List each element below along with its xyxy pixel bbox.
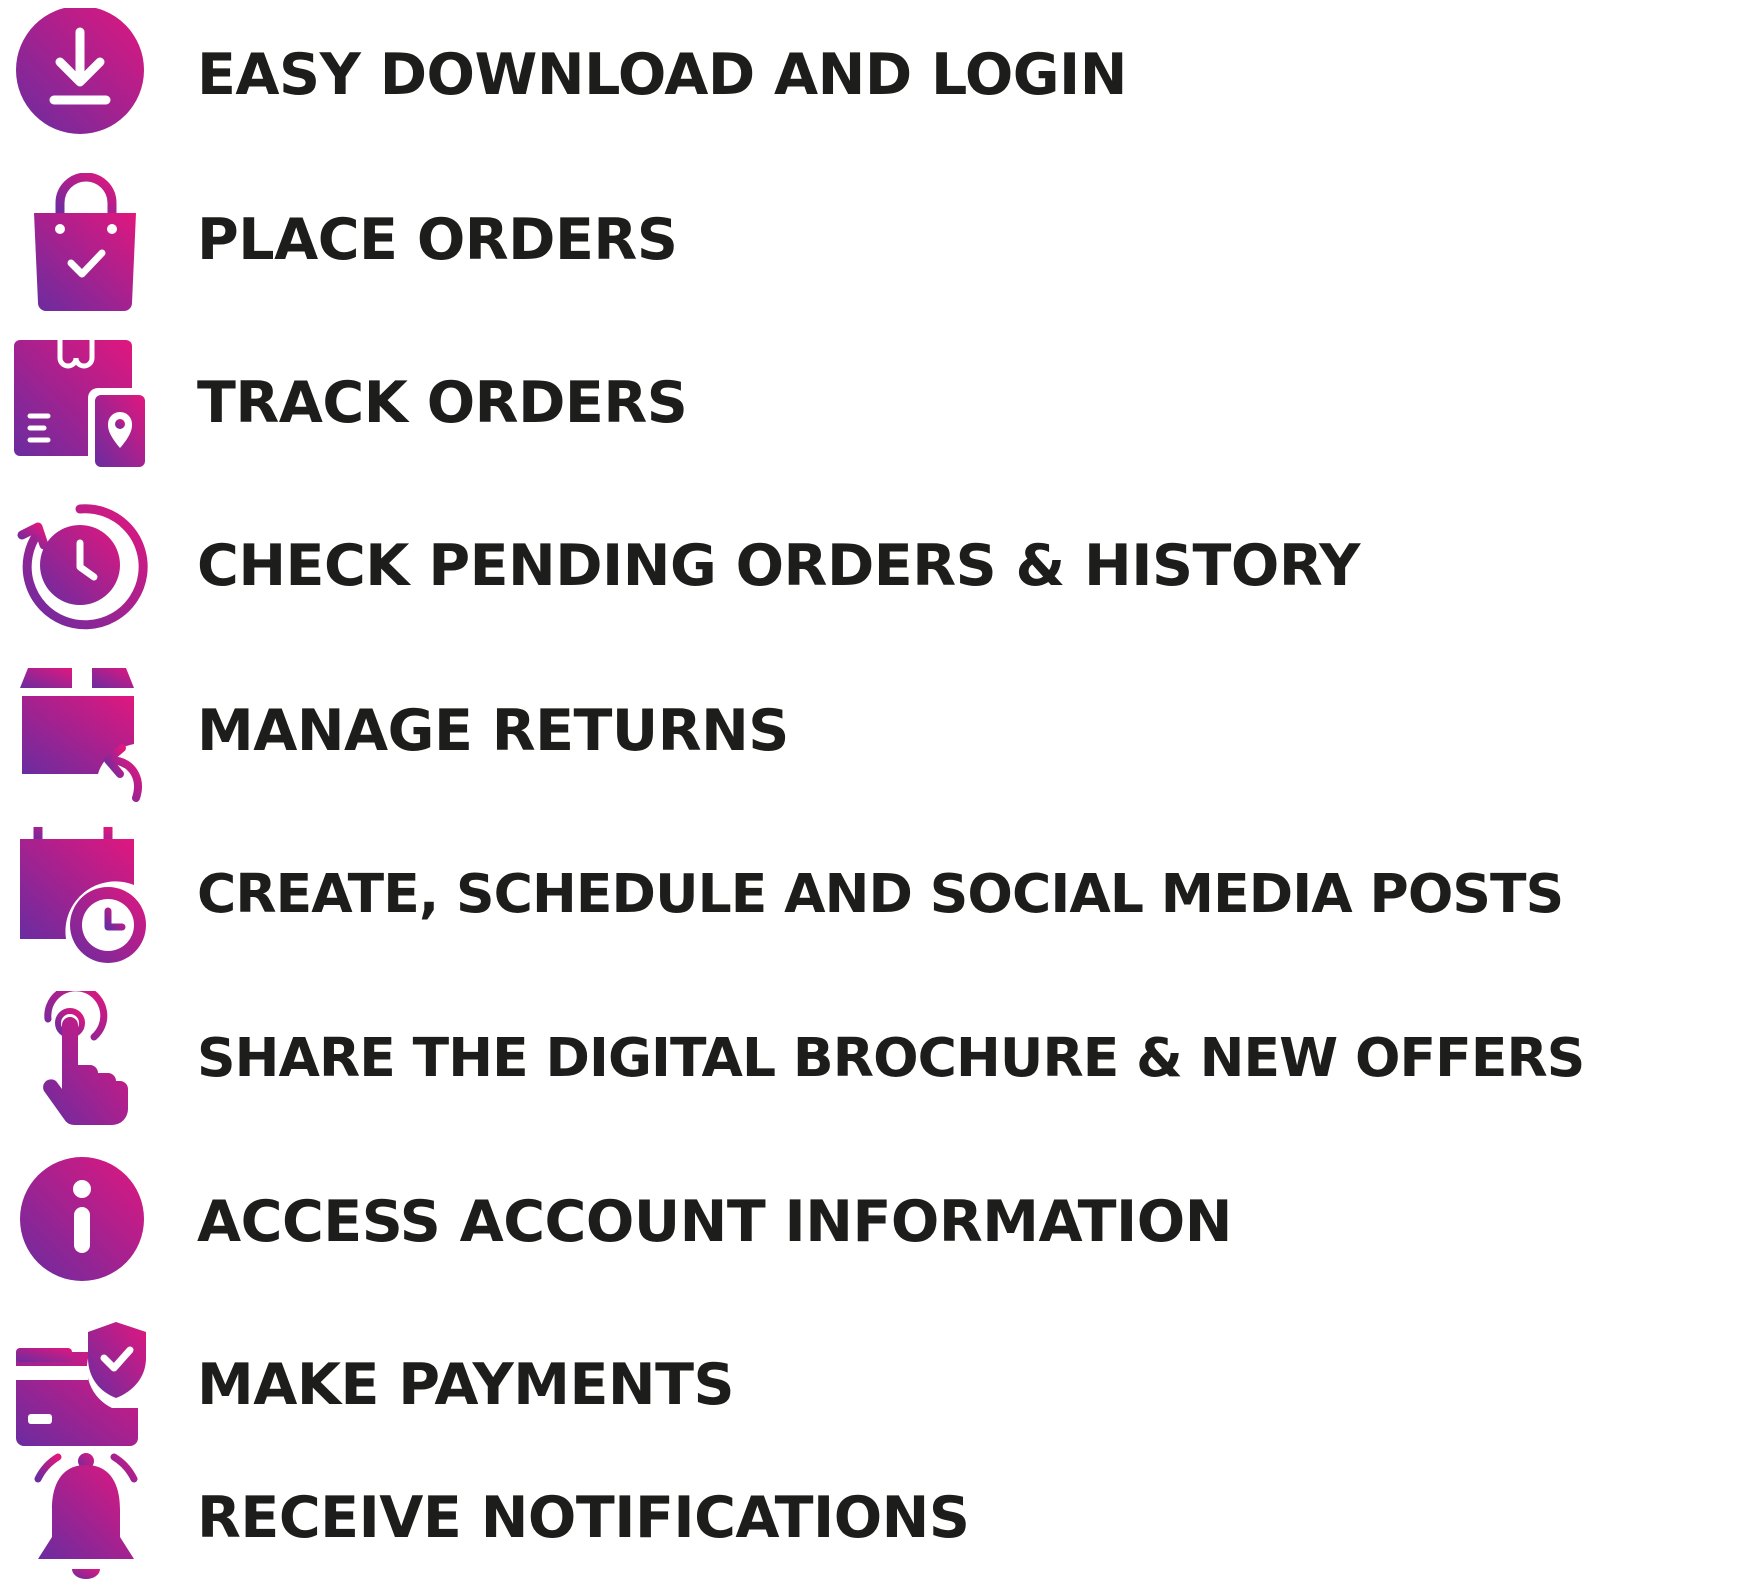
- feature-item-account-info: ACCESS ACCOUNT INFORMATION: [0, 1147, 1763, 1297]
- feature-list: EASY DOWNLOAD AND LOGIN PLACE ORDERS TRA…: [0, 0, 1763, 1593]
- feature-item-notifications: RECEIVE NOTIFICATIONS: [0, 1443, 1763, 1593]
- feature-item-manage-returns: MANAGE RETURNS: [0, 656, 1763, 806]
- feature-label: RECEIVE NOTIFICATIONS: [197, 1485, 970, 1551]
- feature-item-download-login: EASY DOWNLOAD AND LOGIN: [0, 0, 1763, 150]
- download-icon: [8, 8, 158, 148]
- feature-item-track-orders: TRACK ORDERS: [0, 328, 1763, 478]
- info-icon: [8, 1155, 158, 1295]
- feature-label: ACCESS ACCOUNT INFORMATION: [197, 1189, 1232, 1255]
- feature-label: TRACK ORDERS: [197, 370, 688, 436]
- calendar-clock-icon: [8, 827, 158, 967]
- clock-history-icon: [8, 499, 158, 639]
- feature-item-pending-history: CHECK PENDING ORDERS & HISTORY: [0, 491, 1763, 641]
- feature-label: CREATE, SCHEDULE AND SOCIAL MEDIA POSTS: [197, 862, 1564, 925]
- feature-item-share-brochure: SHARE THE DIGITAL BROCHURE & NEW OFFERS: [0, 983, 1763, 1133]
- feature-item-social-posts: CREATE, SCHEDULE AND SOCIAL MEDIA POSTS: [0, 819, 1763, 969]
- shopping-bag-check-icon: [8, 173, 158, 313]
- feature-item-place-orders: PLACE ORDERS: [0, 165, 1763, 315]
- feature-label: PLACE ORDERS: [197, 207, 678, 273]
- package-tracking-icon: [8, 336, 158, 476]
- feature-label: CHECK PENDING ORDERS & HISTORY: [197, 533, 1360, 599]
- feature-label: EASY DOWNLOAD AND LOGIN: [197, 42, 1127, 108]
- box-return-icon: [8, 664, 158, 804]
- feature-label: SHARE THE DIGITAL BROCHURE & NEW OFFERS: [197, 1026, 1585, 1089]
- tap-hand-icon: [8, 991, 158, 1131]
- feature-label: MANAGE RETURNS: [197, 698, 789, 764]
- feature-item-make-payments: MAKE PAYMENTS: [0, 1310, 1763, 1460]
- card-shield-icon: [8, 1318, 158, 1458]
- bell-icon: [8, 1451, 158, 1591]
- feature-label: MAKE PAYMENTS: [197, 1352, 735, 1418]
